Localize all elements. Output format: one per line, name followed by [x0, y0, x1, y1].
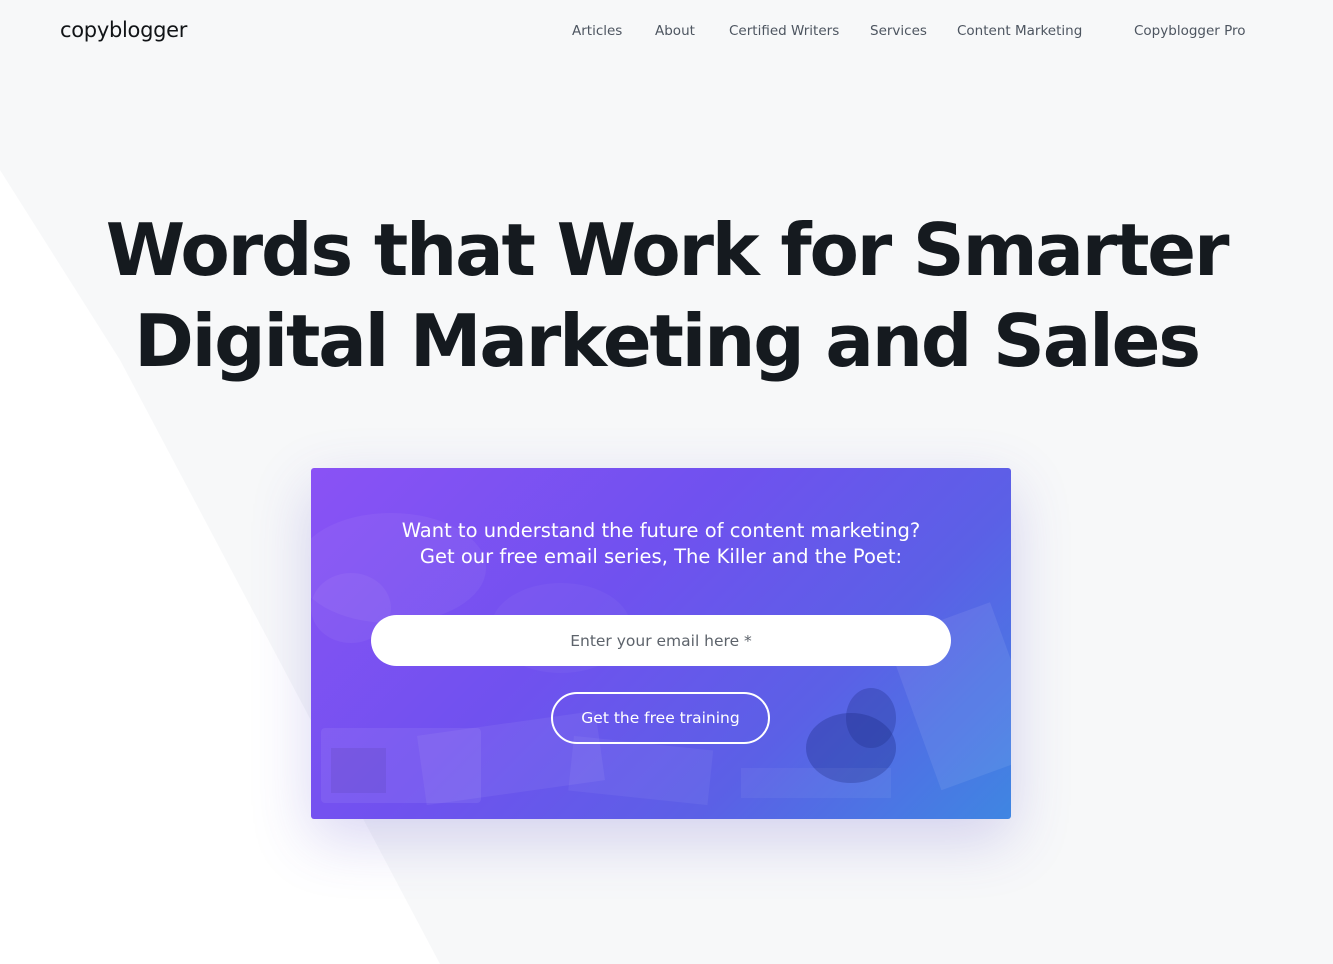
optin-headline-line-1: Want to understand the future of content… [401, 519, 921, 542]
email-input[interactable] [371, 615, 951, 666]
nav-item-certified-writers[interactable]: Certified Writers [729, 23, 839, 39]
optin-headline-line-2: Get our free email series, The Killer an… [419, 545, 903, 568]
hero-title: Words that Work for Smarter Digital Mark… [0, 205, 1333, 387]
nav-item-copyblogger-pro[interactable]: Copyblogger Pro [1134, 23, 1246, 39]
site-header: copyblogger Articles About Certified Wri… [0, 0, 1333, 64]
hero-title-line-2: Digital Marketing and Sales [134, 299, 1201, 383]
email-optin-card: Want to understand the future of content… [311, 468, 1011, 819]
nav-item-about[interactable]: About [655, 23, 695, 39]
nav-item-services[interactable]: Services [870, 23, 927, 39]
get-free-training-button[interactable]: Get the free training [551, 692, 770, 744]
nav-item-content-marketing[interactable]: Content Marketing [957, 23, 1082, 39]
optin-headline: Want to understand the future of content… [311, 518, 1011, 570]
main-nav: Articles About Certified Writers Service… [0, 23, 1333, 43]
nav-item-articles[interactable]: Articles [572, 23, 622, 39]
hero-title-line-1: Words that Work for Smarter [105, 208, 1230, 292]
